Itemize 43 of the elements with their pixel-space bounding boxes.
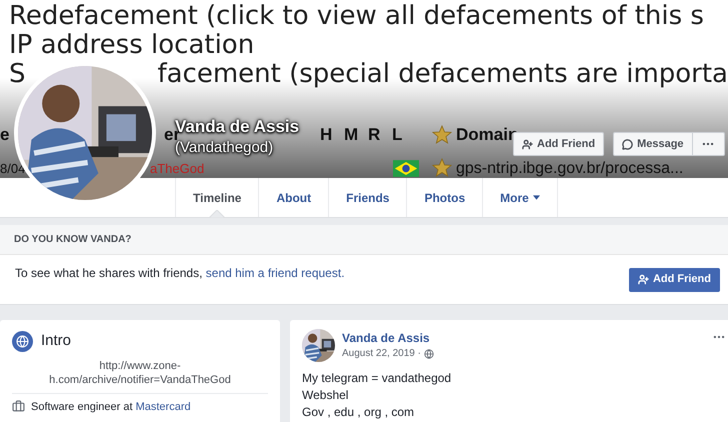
table-header: R (368, 124, 382, 146)
table-cell-text: 8/04 (0, 160, 26, 176)
message-button[interactable]: Message (613, 132, 693, 156)
cover-text: facement (special defacements are importa (157, 60, 728, 89)
add-user-icon (638, 274, 649, 285)
profile-tab[interactable]: Friends (329, 178, 408, 217)
table-header: M (344, 124, 360, 146)
table-cell: gps-ntrip.ibge.gov.br/processa... (456, 160, 684, 176)
work-text: Software engineer at Mastercard (31, 400, 191, 414)
company-link[interactable]: Mastercard (136, 400, 191, 412)
profile-tab[interactable]: Photos (407, 178, 484, 217)
caret-icon (532, 195, 540, 200)
globe-icon (424, 348, 434, 358)
friend-request-link[interactable]: send him a friend request. (206, 266, 345, 280)
add-friend-button[interactable]: Add Friend (628, 268, 720, 292)
profile-handle: (Vandathegod) (175, 139, 274, 158)
briefcase-icon (12, 400, 25, 414)
post-text: Webshel (302, 387, 350, 404)
post-date[interactable]: August 22, 2019 · (342, 346, 421, 361)
add-friend-button[interactable]: Add Friend (513, 132, 604, 156)
profile-tab[interactable]: More (483, 178, 558, 217)
cover-text: S (9, 60, 27, 89)
add-user-icon (522, 138, 533, 150)
friend-request-prompt: To see what he shares with friends, send him a friend request. (15, 264, 345, 282)
table-header: e (0, 124, 10, 146)
globe-icon (12, 330, 33, 352)
table-header: H (320, 124, 334, 146)
profile-tab[interactable]: About (259, 178, 330, 217)
flag-icon (393, 160, 419, 176)
messenger-icon (622, 138, 634, 150)
cover-text: IP address location (9, 31, 256, 60)
table-cell-text: aTheGod (150, 160, 206, 176)
profile-tab[interactable]: Timeline (175, 178, 260, 217)
post-author[interactable]: Vanda de Assis (342, 330, 434, 346)
post-text: My telegram = vandathegod (302, 370, 452, 387)
table-header: L (392, 124, 404, 146)
star-icon (432, 125, 452, 145)
post-text: Gov , edu , org , com (302, 404, 416, 421)
website-link[interactable]: http://www.zone-h.com/archive/notifier=VandaTheGod (40, 358, 240, 386)
cover-text: Redefacement (click to view all defacements of this s (9, 2, 705, 31)
intro-title: Intro (41, 331, 72, 351)
star-icon (432, 158, 452, 178)
card-title: DO YOU KNOW VANDA? (14, 233, 132, 247)
